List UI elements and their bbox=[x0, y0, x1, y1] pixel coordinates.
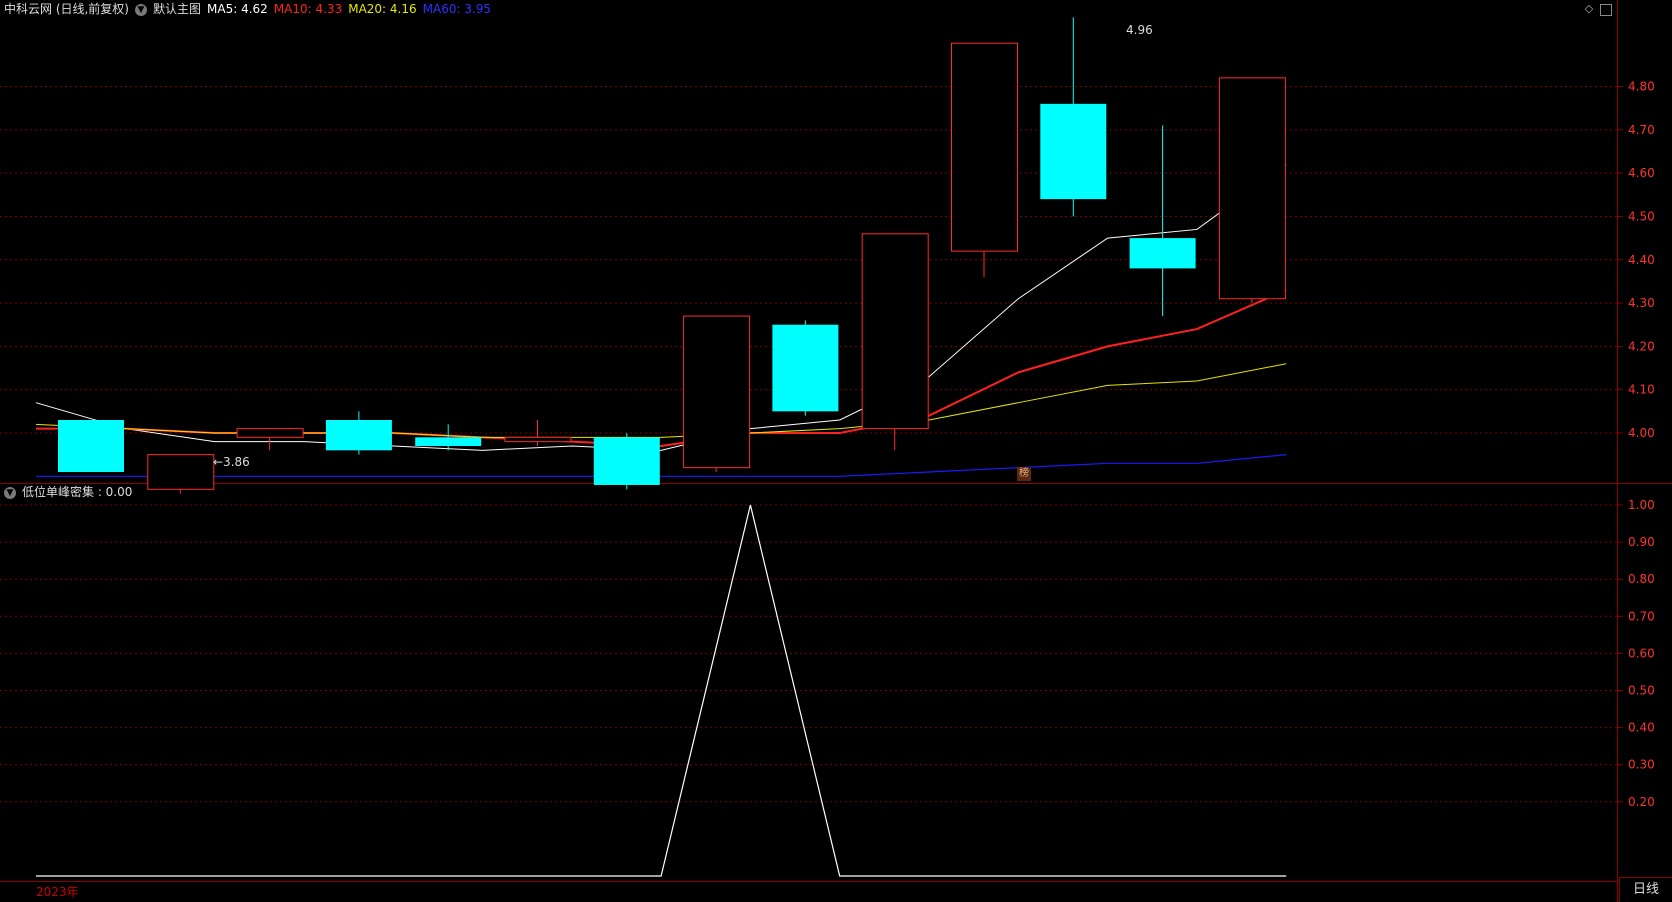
candle-body bbox=[1218, 77, 1286, 300]
y-tick-label: 0.60 bbox=[1628, 646, 1655, 660]
main-y-axis: 4.80 4.70 4.60 4.50 4.40 4.30 4.20 4.10 4.00 bbox=[1617, 80, 1655, 440]
candle-body bbox=[772, 324, 839, 412]
moving-average-lines bbox=[35, 164, 1287, 477]
y-tick-label: 4.60 bbox=[1628, 166, 1655, 180]
candle[interactable] bbox=[236, 428, 304, 451]
year-label: 2023年 bbox=[36, 885, 79, 899]
candle-body bbox=[147, 454, 215, 490]
indicator-y-axis: 1.00 0.90 0.80 0.70 0.60 0.50 0.40 0.30 0.20 bbox=[1617, 498, 1655, 809]
ma10-value: MA10: 4.33 bbox=[273, 2, 343, 16]
indicator-header: ▼ 低位单峰密集 : 0.00 bbox=[4, 483, 138, 501]
candle[interactable] bbox=[951, 42, 1018, 278]
candle[interactable] bbox=[861, 233, 929, 451]
candle-body bbox=[861, 233, 929, 430]
candle[interactable] bbox=[1218, 77, 1286, 304]
ma60-value: MA60: 3.95 bbox=[422, 2, 492, 16]
candle[interactable] bbox=[58, 420, 124, 472]
y-tick-label: 4.00 bbox=[1628, 426, 1655, 440]
y-tick-label: 0.90 bbox=[1628, 535, 1655, 549]
candle-body bbox=[325, 420, 392, 451]
candle-body bbox=[236, 428, 304, 438]
y-tick-label: 1.00 bbox=[1628, 498, 1655, 512]
candle[interactable] bbox=[325, 411, 392, 455]
y-tick-label: 0.70 bbox=[1628, 609, 1655, 623]
maximize-icon[interactable] bbox=[1600, 4, 1612, 16]
y-tick-label: 0.80 bbox=[1628, 572, 1655, 586]
candle-body bbox=[593, 437, 660, 485]
y-tick-label: 4.80 bbox=[1628, 80, 1655, 94]
ma-line-ma10 bbox=[36, 289, 1287, 447]
ma-line-ma5 bbox=[35, 164, 1287, 451]
y-tick-label: 4.70 bbox=[1628, 123, 1655, 137]
y-tick-label: 4.30 bbox=[1628, 296, 1655, 310]
tab-period-daily[interactable]: 日线 bbox=[1619, 877, 1672, 902]
main-chart-selector[interactable]: 默认主图 bbox=[153, 2, 201, 16]
indicator-label[interactable]: 低位单峰密集 : 0.00 bbox=[22, 485, 132, 499]
candle-body bbox=[1040, 103, 1107, 200]
ma5-value: MA5: 4.62 bbox=[207, 2, 268, 16]
y-tick-label: 0.50 bbox=[1628, 684, 1655, 698]
low-price-annotation: ←3.86 bbox=[213, 455, 250, 469]
ma-line-ma20 bbox=[35, 363, 1287, 438]
y-tick-label: 4.20 bbox=[1628, 339, 1655, 353]
indicator-grid bbox=[0, 504, 1617, 803]
candle[interactable] bbox=[1129, 125, 1196, 317]
y-tick-label: 4.40 bbox=[1628, 253, 1655, 267]
y-tick-label: 0.20 bbox=[1628, 795, 1655, 809]
candle[interactable] bbox=[772, 320, 839, 416]
chevron-down-icon[interactable]: ▼ bbox=[4, 486, 16, 499]
candle-body bbox=[1129, 238, 1196, 269]
y-tick-label: 4.10 bbox=[1628, 383, 1655, 397]
candle-body bbox=[415, 437, 482, 446]
ma20-value: MA20: 4.16 bbox=[348, 2, 417, 16]
chart-canvas[interactable]: 4.80 4.70 4.60 4.50 4.40 4.30 4.20 4.10 4.00 1.0… bbox=[0, 0, 1672, 902]
y-tick-label: 4.50 bbox=[1628, 209, 1655, 223]
candle[interactable] bbox=[1040, 17, 1107, 217]
candlestick-series[interactable] bbox=[58, 17, 1286, 494]
stock-chart-window: 4.80 4.70 4.60 4.50 4.40 4.30 4.20 4.10 4.00 1.0… bbox=[0, 0, 1672, 902]
y-tick-label: 0.30 bbox=[1628, 758, 1655, 772]
high-price-annotation: 4.96 bbox=[1126, 23, 1153, 37]
candle-body bbox=[58, 420, 124, 472]
candle-body bbox=[683, 315, 751, 469]
candle-body bbox=[504, 436, 572, 443]
chevron-down-icon[interactable]: ▼ bbox=[135, 3, 147, 16]
candle[interactable] bbox=[147, 454, 215, 494]
rank-badge[interactable]: 榜 bbox=[1017, 467, 1031, 481]
candle[interactable] bbox=[415, 424, 482, 451]
main-chart-header: 中科云网 (日线,前复权) ▼ 默认主图 MA5: 4.62 MA10: 4.33 MA2… bbox=[4, 0, 497, 18]
stock-title[interactable]: 中科云网 (日线,前复权) bbox=[4, 2, 129, 16]
diamond-icon[interactable]: ◇ bbox=[1582, 2, 1596, 16]
y-tick-label: 0.40 bbox=[1628, 721, 1655, 735]
candle[interactable] bbox=[593, 433, 660, 490]
candle-body bbox=[951, 42, 1018, 252]
candle[interactable] bbox=[683, 315, 751, 472]
